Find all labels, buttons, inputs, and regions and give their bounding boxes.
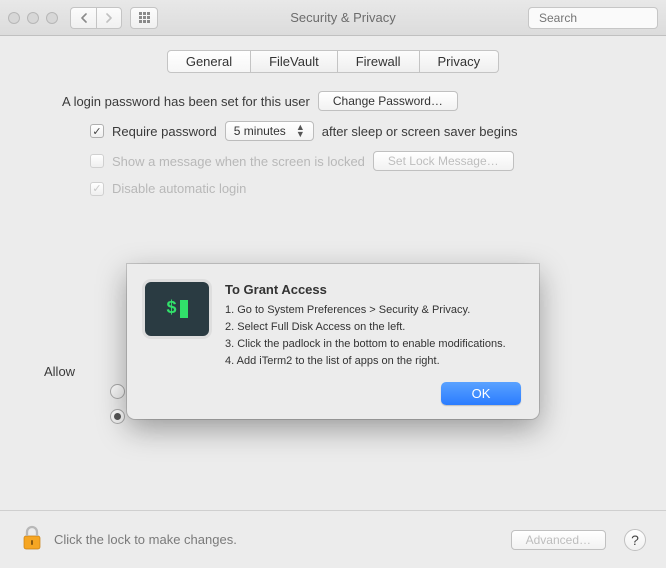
tab-general[interactable]: General	[167, 50, 251, 73]
forward-button[interactable]	[96, 7, 122, 29]
minimize-window-dot[interactable]	[27, 12, 39, 24]
close-window-dot[interactable]	[8, 12, 20, 24]
titlebar: Security & Privacy	[0, 0, 666, 36]
show-all-button[interactable]	[130, 7, 158, 29]
grant-access-dialog: $ To Grant Access 1. Go to System Prefer…	[127, 264, 539, 419]
ok-button[interactable]: OK	[441, 382, 521, 405]
grid-icon	[139, 12, 150, 23]
modal-backdrop: $ To Grant Access 1. Go to System Prefer…	[0, 72, 666, 568]
search-input[interactable]	[539, 11, 666, 25]
window-controls	[8, 12, 58, 24]
tab-privacy[interactable]: Privacy	[420, 50, 500, 73]
tab-filevault[interactable]: FileVault	[251, 50, 338, 73]
step-3: 3. Click the padlock in the bottom to en…	[225, 337, 521, 353]
zoom-window-dot[interactable]	[46, 12, 58, 24]
content: General FileVault Firewall Privacy A log…	[0, 36, 666, 568]
back-button[interactable]	[70, 7, 96, 29]
step-4: 4. Add iTerm2 to the list of apps on the…	[225, 354, 521, 370]
search-field[interactable]	[528, 7, 658, 29]
terminal-icon: $	[145, 282, 209, 336]
step-1: 1. Go to System Preferences > Security &…	[225, 303, 521, 319]
nav-buttons	[70, 7, 122, 29]
tab-firewall[interactable]: Firewall	[338, 50, 420, 73]
step-2: 2. Select Full Disk Access on the left.	[225, 320, 521, 336]
dialog-title: To Grant Access	[225, 282, 521, 297]
dialog-steps: 1. Go to System Preferences > Security &…	[225, 303, 521, 370]
window-title: Security & Privacy	[166, 10, 520, 25]
tab-bar: General FileVault Firewall Privacy	[18, 50, 648, 73]
